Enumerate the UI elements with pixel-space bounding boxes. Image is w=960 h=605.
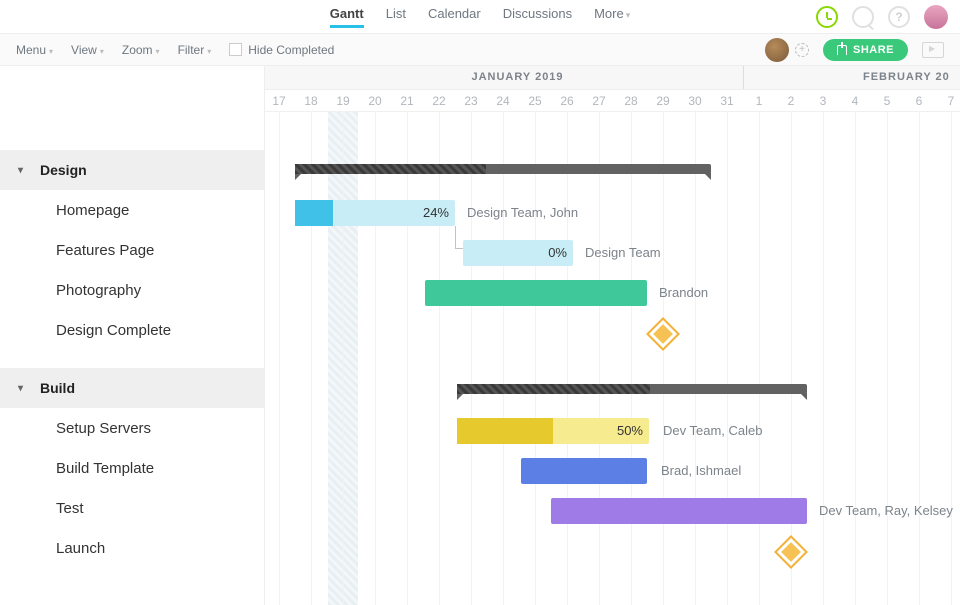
day-label: 24 bbox=[487, 94, 519, 108]
bar-homepage[interactable]: 24% bbox=[295, 200, 455, 226]
day-label: 29 bbox=[647, 94, 679, 108]
day-label: 21 bbox=[391, 94, 423, 108]
day-label: 23 bbox=[455, 94, 487, 108]
month-b-label: FEBRUARY 20 bbox=[863, 71, 950, 83]
bar-setup-pct: 50% bbox=[617, 423, 643, 438]
group-header-design[interactable]: Design bbox=[0, 150, 264, 190]
assignee-avatar[interactable] bbox=[765, 38, 789, 62]
view-tabs: Gantt List Calendar Discussions More▾ bbox=[330, 6, 630, 27]
help-icon[interactable]: ? bbox=[888, 6, 910, 28]
task-build-template[interactable]: Build Template bbox=[0, 448, 264, 488]
day-label: 26 bbox=[551, 94, 583, 108]
task-setup-servers[interactable]: Setup Servers bbox=[0, 408, 264, 448]
assignee-homepage: Design Team, John bbox=[467, 205, 578, 220]
checkbox-icon bbox=[229, 43, 242, 56]
day-label: 3 bbox=[807, 94, 839, 108]
gantt-canvas[interactable]: JANUARY 2019 FEBRUARY 20 171819202122232… bbox=[265, 66, 960, 605]
current-user-avatar[interactable] bbox=[924, 5, 948, 29]
bar-homepage-pct: 24% bbox=[423, 205, 449, 220]
bar-features-page[interactable]: 0% bbox=[463, 240, 573, 266]
activity-clock-icon[interactable] bbox=[816, 6, 838, 28]
group-header-build[interactable]: Build bbox=[0, 368, 264, 408]
task-features-page[interactable]: Features Page bbox=[0, 230, 264, 270]
search-icon[interactable] bbox=[852, 6, 874, 28]
present-button[interactable] bbox=[922, 42, 944, 58]
day-label: 25 bbox=[519, 94, 551, 108]
filter-dropdown[interactable]: Filter▾ bbox=[178, 43, 212, 57]
day-label: 6 bbox=[903, 94, 935, 108]
assignee-features: Design Team bbox=[585, 245, 661, 260]
task-launch[interactable]: Launch bbox=[0, 528, 264, 568]
menu-dropdown[interactable]: Menu▾ bbox=[16, 43, 53, 57]
day-label: 30 bbox=[679, 94, 711, 108]
tab-calendar[interactable]: Calendar bbox=[428, 6, 481, 27]
day-scale: 1718192021222324252627282930311234567 bbox=[265, 90, 960, 112]
day-label: 18 bbox=[295, 94, 327, 108]
tab-discussions[interactable]: Discussions bbox=[503, 6, 572, 27]
day-label: 22 bbox=[423, 94, 455, 108]
bar-summary-build[interactable] bbox=[457, 384, 807, 394]
month-header: JANUARY 2019 FEBRUARY 20 bbox=[265, 66, 960, 90]
task-tree: Design Homepage Features Page Photograph… bbox=[0, 66, 265, 605]
bar-features-pct: 0% bbox=[548, 245, 567, 260]
assignee-setup: Dev Team, Caleb bbox=[663, 423, 762, 438]
assignee-test: Dev Team, Ray, Kelsey bbox=[819, 503, 953, 518]
view-dropdown[interactable]: View▾ bbox=[71, 43, 104, 57]
tab-more[interactable]: More▾ bbox=[594, 6, 630, 27]
share-icon bbox=[837, 45, 847, 55]
day-label: 5 bbox=[871, 94, 903, 108]
dependency-line bbox=[455, 226, 456, 248]
day-label: 4 bbox=[839, 94, 871, 108]
assignee-template: Brad, Ishmael bbox=[661, 463, 741, 478]
add-person-icon[interactable]: + bbox=[795, 43, 809, 57]
share-button[interactable]: SHARE bbox=[823, 39, 908, 61]
day-label: 17 bbox=[265, 94, 295, 108]
day-label: 27 bbox=[583, 94, 615, 108]
main-split: Design Homepage Features Page Photograph… bbox=[0, 66, 960, 605]
top-nav: Gantt List Calendar Discussions More▾ ? bbox=[0, 0, 960, 34]
task-design-complete[interactable]: Design Complete bbox=[0, 310, 264, 350]
day-label: 7 bbox=[935, 94, 960, 108]
zoom-dropdown[interactable]: Zoom▾ bbox=[122, 43, 160, 57]
hide-completed-toggle[interactable]: Hide Completed bbox=[229, 43, 334, 57]
day-label: 31 bbox=[711, 94, 743, 108]
top-nav-right: ? bbox=[816, 0, 948, 33]
bar-test[interactable] bbox=[551, 498, 807, 524]
day-label: 2 bbox=[775, 94, 807, 108]
day-label: 28 bbox=[615, 94, 647, 108]
day-label: 20 bbox=[359, 94, 391, 108]
chevron-down-icon: ▾ bbox=[626, 10, 631, 20]
month-a-label: JANUARY 2019 bbox=[471, 71, 563, 83]
dependency-line bbox=[455, 248, 463, 249]
toolbar: Menu▾ View▾ Zoom▾ Filter▾ Hide Completed… bbox=[0, 34, 960, 66]
task-homepage[interactable]: Homepage bbox=[0, 190, 264, 230]
bar-build-template[interactable] bbox=[521, 458, 647, 484]
assignee-photography: Brandon bbox=[659, 285, 708, 300]
bar-summary-design[interactable] bbox=[295, 164, 711, 174]
bar-setup-servers[interactable]: 50% bbox=[457, 418, 649, 444]
tab-gantt[interactable]: Gantt bbox=[330, 6, 364, 27]
task-test[interactable]: Test bbox=[0, 488, 264, 528]
bar-photography[interactable] bbox=[425, 280, 647, 306]
grid-lines bbox=[265, 112, 960, 605]
tab-list[interactable]: List bbox=[386, 6, 406, 27]
day-label: 1 bbox=[743, 94, 775, 108]
month-divider bbox=[743, 66, 744, 89]
day-label: 19 bbox=[327, 94, 359, 108]
task-photography[interactable]: Photography bbox=[0, 270, 264, 310]
